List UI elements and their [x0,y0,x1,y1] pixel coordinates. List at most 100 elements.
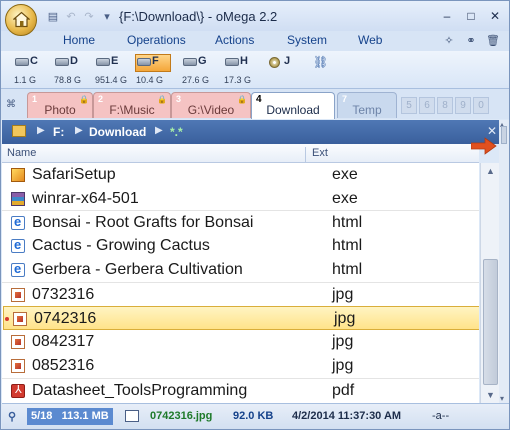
file-list-scrollbar[interactable]: ▲ ▼ [480,163,499,403]
quick-access-toolbar: ▤ ↶ ↷ ▾ [45,8,115,24]
new-folder-icon[interactable]: ✧ [441,32,457,48]
file-ext: jpg [334,310,356,327]
folder-tab-download[interactable]: 4 Download [251,92,335,119]
tab-slot[interactable]: 0 [473,97,489,114]
file-name: Gerbera - Gerbera Cultivation [32,261,243,278]
file-row-selected[interactable]: 0742316 jpg [3,306,479,330]
undo-icon[interactable]: ↶ [63,8,79,24]
tab-web[interactable]: Web [358,33,382,47]
minimize-button[interactable]: – [437,7,457,25]
file-row[interactable]: Datasheet_ToolsProgramming pdf [2,378,479,402]
drive-g[interactable]: G 27.6 G [181,54,219,88]
file-row[interactable]: winrar-x64-501 exe [2,187,479,211]
drive-size: 17.3 G [224,75,252,85]
selected-file-date: 4/2/2014 11:37:30 AM [292,410,402,422]
file-name: 0732316 [32,286,95,303]
panel-scrollbar[interactable]: ▴ ▾ [499,120,509,403]
arrow-right-icon [471,137,497,155]
redo-icon[interactable]: ↷ [81,8,97,24]
app-window: ▤ ↶ ↷ ▾ {F:\Download\} - oMega 2.2 – □ ✕… [0,0,510,430]
drive-f[interactable]: F 10.4 G [135,54,173,88]
scroll-down-icon[interactable]: ▾ [500,394,504,403]
drive-size: 10.4 G [136,75,164,85]
qat-dropdown-icon[interactable]: ▾ [99,8,115,24]
hard-drive-icon [225,58,239,66]
close-panel-icon[interactable]: ✕ [487,124,497,138]
panel-toggle-icon[interactable]: ▤ [45,8,61,24]
tab-home[interactable]: Home [63,33,95,47]
tab-label: Photo [44,103,76,117]
image-icon [11,335,25,349]
drive-d[interactable]: D 78.8 G [53,54,91,88]
link-icon[interactable]: ⚭ [463,32,479,48]
chevron-right-icon[interactable]: ▶ [75,125,83,136]
breadcrumb-folder[interactable]: Download [89,125,146,139]
ie-html-icon [11,214,25,230]
file-row[interactable]: 0852316 jpg [2,354,479,378]
column-name[interactable]: Name [7,147,36,159]
tab-slot[interactable]: 9 [455,97,471,114]
recycle-bin-icon[interactable]: 🗑 [485,32,501,48]
folder-tab-music[interactable]: 2 🔒 F:\Music [93,92,171,118]
path-bar: ▶ F: ▶ Download ▶ *.* ✕ [2,120,509,144]
close-button[interactable]: ✕ [485,7,505,25]
file-row[interactable]: 0842317 jpg [2,330,479,354]
tab-slot[interactable]: 6 [419,97,435,114]
tab-system[interactable]: System [287,33,327,47]
selected-file-size: 92.0 KB [233,410,274,422]
hard-drive-icon [55,58,69,66]
file-ext: exe [332,166,358,183]
tab-actions[interactable]: Actions [215,33,254,47]
file-row[interactable]: Gerbera - Gerbera Cultivation html [2,258,479,282]
folder-tab-photo[interactable]: 1 🔒 Photo [27,92,93,118]
cd-drive-icon[interactable] [269,57,280,68]
folder-icon[interactable] [12,125,26,137]
drive-size: 951.4 G [95,75,128,85]
scroll-thumb[interactable] [483,259,498,385]
column-ext[interactable]: Ext [305,147,328,162]
drive-j-label[interactable]: J [284,55,290,67]
file-count: 5/18 [31,410,53,422]
selection-summary: 5/18 113.1 MB [27,408,113,425]
chevron-right-icon[interactable]: ▶ [155,125,163,136]
drive-letter: C [30,55,38,67]
file-ext: jpg [332,333,354,350]
drive-size: 27.6 G [182,75,210,85]
maximize-button[interactable]: □ [461,7,481,25]
image-icon [13,312,27,326]
drive-e[interactable]: E 951.4 G [94,54,132,88]
folder-tab-temp[interactable]: 7 Temp [337,92,397,118]
tab-operations[interactable]: Operations [127,33,186,47]
app-menu-button[interactable] [5,4,37,36]
scroll-down-icon[interactable]: ▼ [481,387,500,403]
panel-scroll-thumb[interactable] [501,126,507,144]
file-row[interactable]: Cactus - Growing Cactus html [2,234,479,258]
file-ext: html [332,261,363,278]
tab-scroll-icon[interactable]: ⌘ [6,99,16,110]
breadcrumb-drive[interactable]: F: [53,125,64,139]
total-size: 113.1 MB [61,410,109,422]
search-icon[interactable]: ⚲ [8,410,16,423]
drive-h[interactable]: H 17.3 G [223,54,261,88]
tab-slot[interactable]: 5 [401,97,417,114]
ribbon-tools: ✧ ⚭ 🗑 [441,32,501,48]
file-name: 0742316 [34,310,97,327]
chevron-right-icon[interactable]: ▶ [37,125,45,136]
tab-slot[interactable]: 8 [437,97,453,114]
scroll-up-icon[interactable]: ▲ [481,163,500,179]
file-row[interactable]: Bonsai - Root Grafts for Bonsai html [2,210,479,234]
filter-mask[interactable]: *.* [170,125,183,139]
file-ext: jpg [332,357,354,374]
drive-c[interactable]: C 1.1 G [13,54,51,88]
folder-tab-video[interactable]: 3 🔒 G:\Video [171,92,251,118]
hard-drive-icon [183,58,197,66]
file-row[interactable]: 0732316 jpg [2,282,479,306]
file-name: Datasheet_ToolsProgramming [32,382,248,399]
drive-letter: D [70,55,78,67]
file-name: 0852316 [32,357,95,374]
file-row[interactable]: SafariSetup exe [2,163,479,187]
house-icon [13,11,30,28]
file-attributes: -a-- [432,410,450,422]
network-icon[interactable]: ⛓ [313,55,328,69]
drive-letter: F [152,55,159,67]
